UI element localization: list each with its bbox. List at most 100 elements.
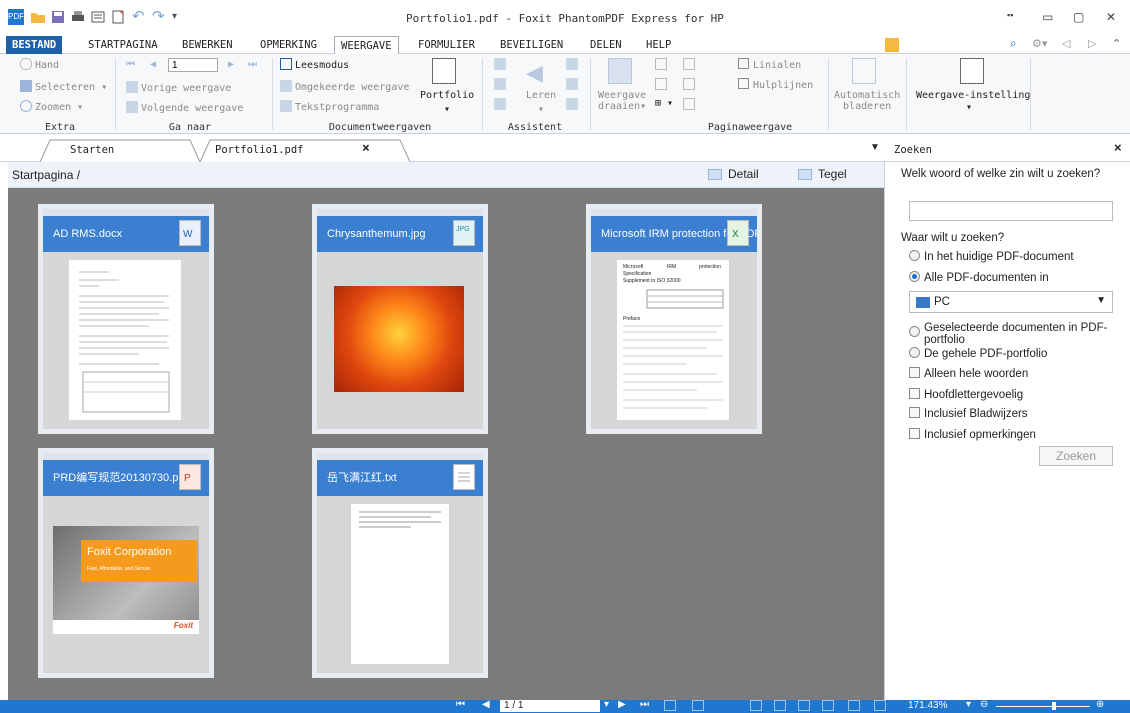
split-view-icon[interactable] bbox=[683, 98, 695, 110]
search-term-input[interactable] bbox=[909, 201, 1113, 221]
search-submit-button[interactable]: Zoeken bbox=[1039, 446, 1113, 466]
radio-current-doc-button[interactable] bbox=[909, 250, 920, 261]
zoom-in-icon[interactable]: ⊕ bbox=[1096, 699, 1104, 710]
close-search-panel-icon[interactable]: × bbox=[1114, 140, 1122, 155]
text-viewer-button[interactable]: Tekstprogramma bbox=[280, 100, 379, 113]
status-page-input[interactable]: 1 / 1 bbox=[500, 700, 600, 712]
detail-view-button[interactable]: Detail bbox=[728, 167, 759, 181]
page-number-input[interactable] bbox=[168, 58, 218, 72]
rotate-view-button[interactable]: Weergave draaien▾ bbox=[598, 90, 646, 112]
select-tool-button[interactable]: Selecteren ▾ bbox=[20, 80, 107, 93]
assistant-icon[interactable] bbox=[494, 58, 506, 70]
panel-dropdown-icon[interactable]: ▼ bbox=[870, 142, 880, 153]
guides-checkbox-box[interactable] bbox=[738, 78, 749, 89]
checkbox-whole-words-box[interactable] bbox=[909, 367, 920, 378]
checkbox-include-comments[interactable]: Inclusief opmerkingen bbox=[909, 428, 1036, 441]
portfolio-card[interactable]: Chrysanthemum.jpg JPG bbox=[312, 204, 488, 434]
reverse-view-button[interactable]: Omgekeerde weergave bbox=[280, 80, 409, 93]
read-mode-button[interactable]: Leesmodus bbox=[280, 58, 349, 71]
checkbox-include-bookmarks-box[interactable] bbox=[909, 407, 920, 418]
tile-view-button[interactable]: Tegel bbox=[818, 167, 847, 181]
next-page-icon[interactable]: ▶ bbox=[228, 59, 234, 70]
single-page-icon[interactable] bbox=[655, 58, 667, 70]
page-dropdown-icon[interactable]: ▾ bbox=[604, 699, 609, 710]
menu-bewerken[interactable]: BEWERKEN bbox=[176, 36, 239, 54]
last-page-icon[interactable]: ⏭ bbox=[248, 59, 257, 70]
zoom-slider-handle[interactable] bbox=[1052, 702, 1056, 710]
first-page-icon[interactable]: ⏮ bbox=[126, 59, 135, 70]
menu-delen[interactable]: DELEN bbox=[584, 36, 628, 54]
zoom-dropdown-icon[interactable]: ▾ bbox=[966, 699, 971, 710]
auto-scroll-button[interactable]: Automatisch bladeren bbox=[834, 90, 900, 112]
zoom-slider[interactable] bbox=[996, 706, 1090, 707]
learn-dropdown-icon[interactable]: ▾ bbox=[538, 104, 544, 115]
tab-starten[interactable]: Starten bbox=[70, 144, 114, 156]
next-page-icon[interactable]: ▶ bbox=[618, 699, 626, 710]
close-tab-icon[interactable]: × bbox=[362, 141, 370, 156]
checkbox-case-sensitive[interactable]: Hoofdlettergevoelig bbox=[909, 388, 1023, 401]
breadcrumb[interactable]: Startpagina / bbox=[12, 168, 80, 182]
portfolio-card[interactable]: PRD编写规范20130730.pptx P Foxit Corporation… bbox=[38, 448, 214, 678]
menu-weergave[interactable]: WEERGAVE bbox=[334, 36, 399, 54]
checkbox-case-sensitive-box[interactable] bbox=[909, 388, 920, 399]
prev-page-icon[interactable]: ◀ bbox=[482, 699, 490, 710]
ribbon-display-icon[interactable]: ▪▪ bbox=[1007, 10, 1013, 20]
assistant-icon[interactable] bbox=[566, 78, 578, 90]
checkbox-include-comments-box[interactable] bbox=[909, 428, 920, 439]
menu-help[interactable]: HELP bbox=[640, 36, 677, 54]
assistant-icon[interactable] bbox=[494, 78, 506, 90]
menu-opmerking[interactable]: OPMERKING bbox=[254, 36, 323, 54]
forward-arrow-icon[interactable]: ▷ bbox=[1088, 37, 1096, 50]
continuous-facing-icon[interactable] bbox=[822, 700, 834, 711]
radio-whole-portfolio-button[interactable] bbox=[909, 347, 920, 358]
learn-button[interactable]: Leren bbox=[526, 90, 556, 101]
radio-whole-portfolio[interactable]: De gehele PDF-portfolio bbox=[909, 347, 1047, 360]
continuous-icon[interactable] bbox=[774, 700, 786, 711]
fit-page-icon[interactable] bbox=[848, 700, 860, 711]
settings-icon[interactable]: ⚙▾ bbox=[1032, 37, 1047, 50]
close-window-button[interactable]: ✕ bbox=[1106, 10, 1116, 24]
portfolio-dropdown-icon[interactable]: ▾ bbox=[444, 104, 450, 115]
guides-checkbox[interactable]: Hulplijnen bbox=[738, 78, 813, 91]
radio-all-docs[interactable]: Alle PDF-documenten in bbox=[909, 271, 1049, 284]
radio-all-docs-button[interactable] bbox=[909, 271, 920, 282]
zoom-level[interactable]: 171.43% bbox=[908, 700, 947, 711]
location-select[interactable]: PC ▼ bbox=[909, 291, 1113, 313]
zoom-out-icon[interactable]: ⊖ bbox=[980, 699, 988, 710]
assistant-icon[interactable] bbox=[566, 98, 578, 110]
single-page-icon[interactable] bbox=[750, 700, 762, 711]
rulers-checkbox-box[interactable] bbox=[738, 58, 749, 69]
assistant-icon[interactable] bbox=[566, 58, 578, 70]
radio-selected-docs-button[interactable] bbox=[909, 326, 920, 337]
fit-width-icon[interactable] bbox=[874, 700, 886, 711]
view-mode-icon[interactable] bbox=[664, 700, 676, 711]
search-icon[interactable]: ⌕ bbox=[1010, 36, 1017, 51]
prev-page-icon[interactable]: ◀ bbox=[150, 59, 156, 70]
maximize-button[interactable]: ▢ bbox=[1073, 10, 1084, 24]
menu-startpagina[interactable]: STARTPAGINA bbox=[82, 36, 164, 54]
menu-beveiligen[interactable]: BEVEILIGEN bbox=[494, 36, 569, 54]
facing-icon[interactable] bbox=[798, 700, 810, 711]
two-continuous-icon[interactable] bbox=[683, 78, 695, 90]
portfolio-card[interactable]: AD RMS.docx W bbox=[38, 204, 214, 434]
view-setting-dropdown-icon[interactable]: ▾ bbox=[966, 102, 972, 113]
radio-selected-docs[interactable]: Geselecteerde documenten in PDF-portfoli… bbox=[909, 322, 1119, 346]
view-mode-icon[interactable] bbox=[692, 700, 704, 711]
hand-tool-button[interactable]: Hand bbox=[20, 58, 59, 71]
rulers-checkbox[interactable]: Linialen bbox=[738, 58, 801, 71]
continuous-page-icon[interactable] bbox=[655, 78, 667, 90]
page-layout-icon[interactable]: ⊞ ▾ bbox=[655, 98, 673, 109]
assistant-icon[interactable] bbox=[494, 98, 506, 110]
checkbox-whole-words[interactable]: Alleen hele woorden bbox=[909, 367, 1028, 380]
portfolio-card[interactable]: 岳飞满江红.txt bbox=[312, 448, 488, 678]
portfolio-card[interactable]: Microsoft IRM protection for PDF Speci X… bbox=[586, 204, 762, 434]
next-view-button[interactable]: Volgende weergave bbox=[126, 101, 243, 114]
previous-view-button[interactable]: Vorige weergave bbox=[126, 81, 231, 94]
two-page-icon[interactable] bbox=[683, 58, 695, 70]
checkbox-include-bookmarks[interactable]: Inclusief Bladwijzers bbox=[909, 407, 1028, 420]
minimize-button[interactable]: ▭ bbox=[1042, 10, 1053, 24]
collapse-ribbon-icon[interactable]: ⌃ bbox=[1112, 37, 1121, 50]
tab-portfolio[interactable]: Portfolio1.pdf bbox=[215, 144, 304, 156]
back-arrow-icon[interactable]: ◁ bbox=[1062, 37, 1070, 50]
radio-current-doc[interactable]: In het huidige PDF-document bbox=[909, 250, 1074, 263]
